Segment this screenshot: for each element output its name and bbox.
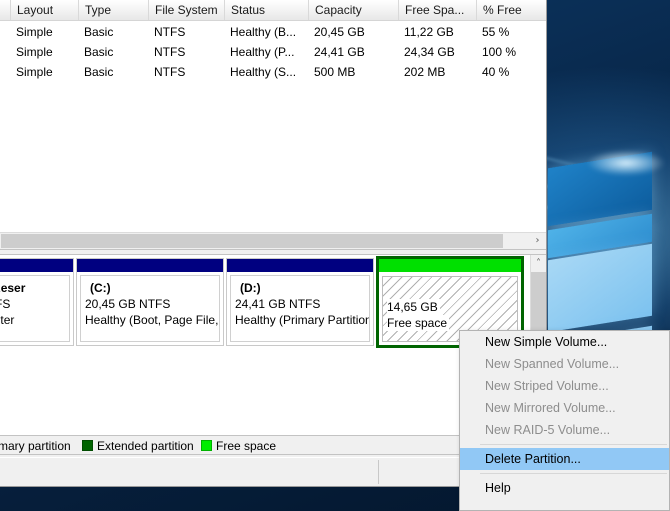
- free-space-label: Free space: [387, 315, 450, 331]
- partition-detail-line: Healthy (Boot, Page File,: [85, 313, 219, 327]
- wallpaper-glow: [586, 150, 666, 176]
- menu-item-help[interactable]: Help: [460, 477, 669, 499]
- legend-item: Extended partition: [82, 437, 194, 454]
- cell-free-space: 24,34 GB: [404, 45, 455, 59]
- partition-detail-line: 24,41 GB NTFS: [235, 297, 321, 311]
- menu-item-delete-partition[interactable]: Delete Partition...: [460, 448, 669, 470]
- cell-layout: Simple: [16, 65, 53, 79]
- partition-d-drive[interactable]: (D:) 24,41 GB NTFS Healthy (Primary Partit…: [226, 258, 374, 346]
- disk-partition-row: System Reser 00 MB NTFS ealthy (Syster (C:)…: [0, 256, 531, 350]
- partition-info: System Reser 00 MB NTFS ealthy (Syster: [0, 275, 70, 342]
- partition-detail-line: ealthy (Syster: [0, 313, 15, 327]
- cell-capacity: 24,41 GB: [314, 45, 365, 59]
- scroll-up-arrow-icon[interactable]: ˄: [531, 255, 546, 272]
- cell-type: Basic: [84, 25, 114, 39]
- partition-color-bar: [0, 259, 73, 272]
- partition-c-drive[interactable]: (C:) 20,45 GB NTFS Healthy (Boot, Page Fil…: [76, 258, 224, 346]
- legend-item: Free space: [201, 437, 277, 454]
- horizontal-scrollbar-thumb[interactable]: [1, 234, 503, 248]
- partition-color-bar: [77, 259, 223, 272]
- free-space-size: 14,65 GB: [387, 299, 440, 315]
- partition-detail-line: 20,45 GB NTFS: [85, 297, 171, 311]
- cell-percent-free: 40 %: [482, 65, 510, 79]
- column-header-free-spa[interactable]: Free Spa...: [398, 0, 476, 20]
- cell-layout: Simple: [16, 45, 53, 59]
- legend-label: Extended partition: [97, 439, 194, 453]
- partition-label: (C:): [90, 281, 111, 295]
- cell-free-space: 11,22 GB: [404, 25, 454, 39]
- cell-layout: Simple: [16, 25, 53, 39]
- column-header-free[interactable]: % Free: [476, 0, 542, 20]
- menu-item-new-spanned-volume: New Spanned Volume...: [485, 357, 620, 371]
- volume-list-pane[interactable]: Layout Type File System Status Capacity Free …: [0, 0, 546, 232]
- partition-info: (D:) 24,41 GB NTFS Healthy (Primary Partit…: [230, 275, 370, 342]
- free-space-color-bar: [379, 259, 521, 272]
- cell-free-space: 202 MB: [404, 65, 446, 79]
- cell-capacity: 20,45 GB: [314, 25, 365, 39]
- cell-status: Healthy (B...: [230, 25, 297, 39]
- partition-system-reserved[interactable]: System Reser 00 MB NTFS ealthy (Syster: [0, 258, 74, 346]
- cell-capacity: 500 MB: [314, 65, 356, 79]
- cell-status: Healthy (S...: [230, 65, 297, 79]
- partition-label: System Reser: [0, 281, 26, 295]
- volume-list-horizontal-scrollbar[interactable]: ›: [0, 232, 546, 249]
- cell-percent-free: 55 %: [482, 25, 510, 39]
- partition-detail-line: 00 MB NTFS: [0, 297, 11, 311]
- table-row[interactable]: Simple Basic NTFS Healthy (P... 24,41 GB 24,3…: [0, 42, 546, 62]
- partition-detail-line: Healthy (Primary Partition: [235, 313, 370, 327]
- cell-status: Healthy (P...: [230, 45, 295, 59]
- legend-label: Free space: [216, 439, 277, 453]
- column-header-type[interactable]: Type: [78, 0, 148, 20]
- legend-item: mary partition: [0, 437, 71, 454]
- column-header-file-system[interactable]: File System: [148, 0, 224, 20]
- cell-file-system: NTFS: [154, 25, 186, 39]
- menu-item-new-simple-volume[interactable]: New Simple Volume...: [460, 331, 669, 353]
- cell-type: Basic: [84, 45, 114, 59]
- partition-info: (C:) 20,45 GB NTFS Healthy (Boot, Page Fil…: [80, 275, 220, 342]
- menu-separator: [480, 444, 667, 445]
- windows-logo-pane: [548, 243, 652, 333]
- partition-context-menu[interactable]: New Simple Volume... New Spanned Volume..…: [459, 330, 670, 511]
- cell-file-system: NTFS: [154, 45, 186, 59]
- partition-color-bar: [227, 259, 373, 272]
- column-header-status[interactable]: Status: [224, 0, 308, 20]
- cell-percent-free: 100 %: [482, 45, 517, 59]
- legend-label: mary partition: [0, 439, 71, 453]
- cell-file-system: NTFS: [154, 65, 186, 79]
- menu-separator: [480, 473, 667, 474]
- table-row[interactable]: Simple Basic NTFS Healthy (S... 500 MB 202 MB…: [0, 62, 546, 82]
- table-row[interactable]: Simple Basic NTFS Healthy (B... 20,45 GB 11,2…: [0, 22, 546, 42]
- legend-swatch-icon: [82, 440, 93, 451]
- column-header-capacity[interactable]: Capacity: [308, 0, 398, 20]
- volume-list-header: Layout Type File System Status Capacity Free …: [0, 0, 546, 21]
- menu-item-new-striped-volume: New Striped Volume...: [485, 379, 609, 393]
- menu-item-new-raid-5-volume: New RAID-5 Volume...: [485, 423, 611, 437]
- scroll-right-arrow-icon[interactable]: ›: [529, 233, 546, 249]
- status-bar-divider: [378, 460, 379, 484]
- legend-swatch-icon: [201, 440, 212, 451]
- partition-label: (D:): [240, 281, 261, 295]
- menu-item-new-mirrored-volume: New Mirrored Volume...: [485, 401, 616, 415]
- column-header-layout[interactable]: Layout: [10, 0, 78, 20]
- cell-type: Basic: [84, 65, 114, 79]
